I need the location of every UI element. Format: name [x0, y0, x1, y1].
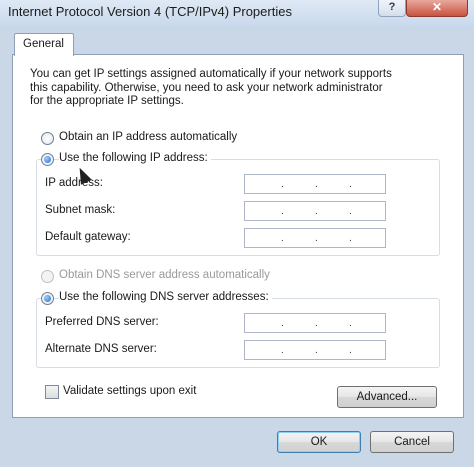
ip-address-label: IP address: [45, 177, 103, 189]
title-bar[interactable]: Internet Protocol Version 4 (TCP/IPv4) P… [0, 0, 474, 30]
intro-line-2: this capability. Otherwise, you need to … [30, 81, 383, 94]
subnet-mask-input[interactable]: ... [244, 201, 386, 221]
intro-text: You can get IP settings assigned automat… [30, 68, 450, 109]
intro-line-1: You can get IP settings assigned automat… [30, 68, 392, 80]
preferred-dns-input[interactable]: ... [244, 313, 386, 333]
use-following-dns-label: Use the following DNS server addresses: [59, 291, 272, 303]
use-following-ip-label: Use the following IP address: [59, 152, 211, 164]
tab-general-label: General [23, 38, 64, 50]
intro-line-3: for the appropriate IP settings. [30, 95, 184, 107]
default-gateway-input[interactable]: ... [244, 228, 386, 248]
alternate-dns-input[interactable]: ... [244, 340, 386, 360]
use-following-ip-radio[interactable] [41, 153, 54, 166]
help-button[interactable]: ? [378, 0, 406, 17]
tab-general[interactable]: General [14, 33, 74, 56]
obtain-dns-auto-label: Obtain DNS server address automatically [59, 269, 270, 281]
advanced-button[interactable]: Advanced... [337, 386, 437, 408]
validate-checkbox[interactable] [45, 385, 59, 399]
alternate-dns-label: Alternate DNS server: [45, 343, 157, 355]
close-button[interactable]: ✕ [406, 0, 468, 17]
ip-address-input[interactable]: ... [244, 174, 386, 194]
use-following-dns-radio[interactable] [41, 292, 54, 305]
subnet-mask-label: Subnet mask: [45, 204, 116, 216]
ok-button[interactable]: OK [277, 431, 361, 453]
preferred-dns-label: Preferred DNS server: [45, 316, 159, 328]
window-title: Internet Protocol Version 4 (TCP/IPv4) P… [8, 4, 292, 19]
obtain-ip-auto-label: Obtain an IP address automatically [59, 131, 238, 143]
default-gateway-label: Default gateway: [45, 231, 131, 243]
validate-label: Validate settings upon exit [63, 385, 197, 397]
obtain-ip-auto-radio[interactable] [41, 132, 54, 145]
cancel-button[interactable]: Cancel [370, 431, 454, 453]
obtain-dns-auto-radio[interactable] [41, 270, 54, 283]
